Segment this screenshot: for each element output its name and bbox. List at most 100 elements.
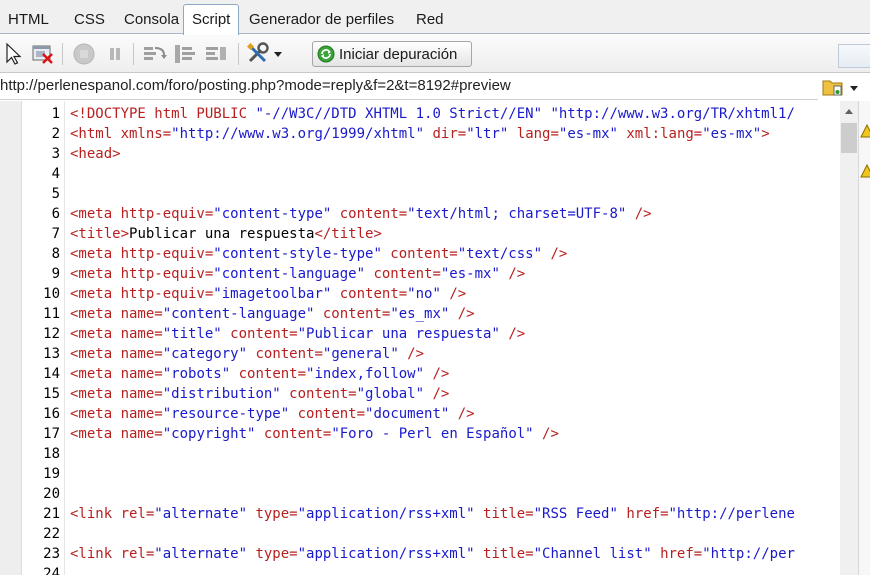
code-token: "copyright"	[162, 426, 256, 442]
step-over-icon[interactable]	[141, 41, 167, 67]
panel-tab-bar: HTML CSS Consola Script Generador de per…	[0, 0, 870, 35]
code-token: "alternate"	[154, 546, 248, 562]
code-line: <meta name="robots" content="index,follo…	[70, 364, 449, 384]
code-token: dir=	[424, 126, 467, 142]
dropdown-arrow-icon[interactable]	[271, 41, 285, 67]
code-token: "application/rss+xml"	[297, 506, 475, 522]
code-token: "Channel list"	[533, 546, 652, 562]
warning-icon[interactable]	[860, 123, 870, 142]
code-token: />	[626, 206, 652, 222]
code-token: />	[449, 306, 475, 322]
code-token: content=	[381, 246, 458, 262]
code-line: <meta name="title" content="Publicar una…	[70, 324, 525, 344]
inspect-icon[interactable]	[2, 41, 28, 67]
code-token: title=	[474, 506, 534, 522]
warning-icon[interactable]	[860, 163, 870, 182]
code-token: "content-language"	[162, 306, 315, 322]
line-number: 3	[51, 146, 60, 162]
code-token: "title"	[162, 326, 222, 342]
code-line: <meta http-equiv="content-type" content=…	[70, 204, 652, 224]
code-line: <meta name="resource-type" content="docu…	[70, 404, 475, 424]
code-token: <head>	[70, 146, 121, 162]
tab-script[interactable]: Script	[183, 4, 240, 35]
scrollbar-thumb[interactable]	[841, 123, 857, 153]
code-token: href=	[617, 506, 669, 522]
code-token: title=	[474, 546, 534, 562]
code-token: "alternate"	[154, 506, 248, 522]
code-token: xml:lang=	[617, 126, 703, 142]
code-token: "index,follow"	[306, 366, 425, 382]
gutter-divider	[64, 101, 65, 575]
chevron-down-icon[interactable]	[848, 77, 860, 101]
code-token: "RSS Feed"	[533, 506, 618, 522]
code-token: />	[424, 366, 450, 382]
code-token: lang=	[508, 126, 559, 142]
iniciar-depuracion-button[interactable]: Iniciar depuración	[312, 41, 472, 67]
pause-icon[interactable]	[102, 41, 128, 67]
code-token: "global"	[356, 386, 425, 402]
code-token: name=	[120, 326, 163, 342]
code-token: <link	[70, 506, 121, 522]
code-token: />	[542, 246, 568, 262]
code-token: content=	[289, 406, 366, 422]
panel-options-button[interactable]	[838, 44, 870, 68]
code-token: "imagetoolbar"	[213, 286, 332, 302]
code-token: <meta	[70, 386, 121, 402]
line-number: 24	[43, 566, 60, 575]
code-token: >	[761, 126, 770, 142]
line-number: 4	[51, 166, 60, 182]
code-line: <meta name="copyright" content="Foro - P…	[70, 424, 559, 444]
line-number: 5	[51, 186, 60, 202]
code-token: "distribution"	[162, 386, 281, 402]
toolbar-separator	[62, 43, 63, 65]
code-token: "http://www.w3.org/1999/xhtml"	[171, 126, 425, 142]
tab-consola[interactable]: Consola	[116, 6, 187, 34]
debugger-toolbar: Iniciar depuración	[0, 35, 870, 73]
tab-generador-de-perfiles[interactable]: Generador de perfiles	[241, 6, 402, 34]
step-into-icon[interactable]	[172, 41, 198, 67]
tab-css[interactable]: CSS	[66, 6, 113, 34]
clear-breakpoints-icon[interactable]	[30, 41, 56, 67]
code-token: <meta	[70, 406, 121, 422]
scroll-up-arrow-icon[interactable]	[840, 101, 858, 121]
line-number: 22	[43, 526, 60, 542]
stop-icon[interactable]	[71, 41, 97, 67]
side-panel-edge	[858, 101, 870, 575]
code-token: />	[440, 286, 467, 302]
code-token: content=	[365, 266, 441, 282]
code-token: "Foro - Perl en Español"	[331, 426, 534, 442]
code-line: <meta http-equiv="content-style-type" co…	[70, 244, 567, 264]
code-token: content=	[331, 286, 408, 302]
line-number: 15	[43, 386, 60, 402]
source-code: <!DOCTYPE html PUBLIC "-//W3C//DTD XHTML…	[70, 101, 840, 575]
file-list-icon[interactable]	[822, 77, 844, 101]
tools-icon[interactable]	[246, 41, 272, 67]
tab-red[interactable]: Red	[408, 6, 452, 34]
breakpoint-column[interactable]	[0, 101, 22, 575]
code-token: <meta	[70, 326, 121, 342]
code-token: "content-type"	[213, 206, 332, 222]
code-token: content=	[255, 426, 332, 442]
line-number: 17	[43, 426, 60, 442]
code-token: name=	[120, 306, 163, 322]
code-token: xmlns=	[120, 126, 172, 142]
code-token: <meta	[70, 206, 121, 222]
code-line: <link rel="alternate" type="application/…	[70, 504, 795, 524]
vertical-scrollbar[interactable]	[840, 101, 858, 575]
line-number: 23	[43, 546, 60, 562]
iniciar-depuracion-label: Iniciar depuración	[339, 45, 458, 63]
step-out-icon[interactable]	[203, 41, 229, 67]
tab-html[interactable]: HTML	[0, 6, 57, 34]
code-token: />	[499, 326, 526, 342]
code-token: <meta	[70, 366, 121, 382]
script-selector[interactable]	[818, 74, 870, 100]
line-number: 1	[51, 106, 60, 122]
code-token: http-equiv=	[120, 206, 214, 222]
line-number: 13	[43, 346, 60, 362]
script-url[interactable]: http://perlenespanol.com/foro/posting.ph…	[0, 77, 511, 94]
line-number: 10	[43, 286, 60, 302]
code-line: <html xmlns="http://www.w3.org/1999/xhtm…	[70, 124, 770, 144]
code-token: "http://per	[702, 546, 795, 562]
code-token: <meta	[70, 286, 121, 302]
code-token: "http://www.w3.org/TR/xhtml1/	[550, 106, 795, 122]
